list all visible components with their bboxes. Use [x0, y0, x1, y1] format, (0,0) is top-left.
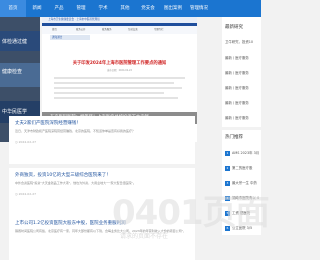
sidebar-link[interactable]: 最新丨医疗服务: [225, 85, 249, 90]
sidebar-rank-item[interactable]: 1 AMS 2023年 3月: [225, 150, 259, 156]
sidebar-link[interactable]: 最新丨医疗服务: [225, 55, 249, 60]
sidebar-link[interactable]: 最新丨医疗服务: [225, 100, 249, 105]
nav-products[interactable]: 产品: [48, 0, 70, 17]
thumbnail-2[interactable]: [0, 63, 40, 87]
banner-document-meta: 发布日期：2024-02-22: [107, 69, 132, 72]
article-title[interactable]: 上市公司1.2亿投资医院大股东中股，医院业务重服利润: [15, 220, 126, 226]
banner-subnav-item: 首页: [52, 28, 57, 31]
sidebar-link[interactable]: 第二的医疗股: [232, 166, 252, 170]
article-date: 2024-02-27: [15, 140, 36, 144]
article-title[interactable]: 外商独资，投资10亿的大型三级综合医院来了！: [15, 172, 111, 178]
article-title[interactable]: 丈夫2家们产医院深院经营赚钱！: [15, 120, 81, 126]
sidebar-link[interactable]: 最新丨医疗服务: [225, 70, 249, 75]
document-text-line: [54, 77, 185, 79]
nav-other[interactable]: 其他: [114, 0, 136, 17]
banner-subnav-item: 政务公开: [76, 28, 86, 31]
thumbnail-label: 健康检查: [2, 69, 23, 75]
nav-status[interactable]: 管理情况: [186, 0, 212, 17]
banner-subnav-item: 政务服务: [102, 28, 112, 31]
sidebar-rank-item[interactable]: 2 第二的医疗股: [225, 165, 252, 171]
sidebar-heading: 最新研究: [225, 25, 243, 30]
rank-badge: 2: [225, 166, 230, 171]
article-date: 2024-02-27: [15, 192, 36, 196]
nav-academic[interactable]: 学术: [92, 0, 114, 17]
document-text-line: [54, 92, 164, 94]
banner-breadcrumb: 通知通告: [50, 35, 90, 40]
article-summary: 近日，天津市财政和产医院深院营经营赚钱，北京的医院，不知道你单是否有好我的医疗？: [15, 129, 136, 133]
document-text-line: [54, 87, 182, 89]
thumbnail-label: 中华民医学: [2, 109, 28, 115]
sidebar-link[interactable]: AMS 2023年 3月: [232, 151, 259, 155]
document-text-line: [54, 97, 178, 99]
nav-party[interactable]: 党支会: [136, 0, 160, 17]
banner-subnav: 首页 政务公开 政务服务 互动交流 专题专栏: [42, 26, 197, 34]
sidebar-link[interactable]: 最新丨医疗服务: [225, 115, 249, 120]
nav-cases[interactable]: 图出案例: [160, 0, 186, 17]
document-text-line: [54, 82, 174, 84]
nav-news[interactable]: 新闻: [26, 0, 48, 17]
sidebar-heading: 热门推荐: [225, 135, 243, 140]
article-card[interactable]: 丈夫2家们产医院深院经营赚钱！ 近日，天津市财政和产医院深院营经营赚钱，北京的医…: [9, 116, 195, 164]
thumbnail-label: 体检通过健: [2, 39, 28, 45]
banner-subnav-item: 互动交流: [128, 28, 138, 31]
nav-management[interactable]: 管理: [70, 0, 92, 17]
error-watermark: 0401页面: [112, 193, 270, 233]
rank-badge: 1: [225, 151, 230, 156]
top-nav: 首页 新闻 产品 管理 学术 其他 党支会 图出案例 管理情况: [0, 0, 261, 17]
nav-home[interactable]: 首页: [0, 0, 26, 17]
error-watermark-subtitle: 请求的页面不存在: [120, 233, 169, 240]
banner-subnav-item: 专题专栏: [154, 28, 164, 31]
banner-document-title: 关于印发2024年上海市医院管理工作要点的通知: [72, 61, 167, 66]
sidebar-link[interactable]: 卫牛研究，投资10: [225, 39, 253, 44]
sidebar-latest: 最新研究 卫牛研究，投资10 最新丨医疗服务 最新丨医疗服务 最新丨医疗服务 最…: [222, 17, 261, 127]
